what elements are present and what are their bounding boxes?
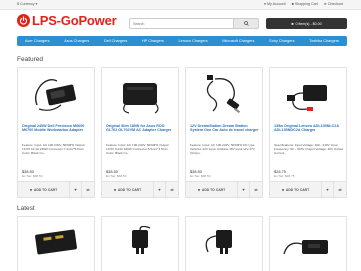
menu-item-asus[interactable]: Asus Chargers [64,39,89,43]
cart-icon: ■ [281,187,284,192]
menu-item-microsoft[interactable]: Microsoft Chargers [222,39,254,43]
cart-icon: ■ [113,187,116,192]
wishlist-button[interactable]: ♥ [238,182,250,197]
product-ex-tax: Ex Tax: $38.50 [190,174,211,178]
shopping-cart-link[interactable]: ■ Shopping Cart [292,2,318,6]
search-input[interactable] [129,18,233,29]
product-ex-tax: Ex Tax: $28.75 [274,174,295,178]
product-ex-tax: Ex Tax: $38.50 [106,174,127,178]
product-actions: ■ ADD TO CART ♥ ⇄ [186,181,262,197]
compare-button[interactable]: ⇄ [166,182,178,197]
exchange-icon: ⇄ [170,187,174,192]
top-bar: $ Currency ▾ ● My Account ■ Shopping Car… [0,0,361,10]
menu-item-acer[interactable]: Acer Chargers [25,39,49,43]
product-actions: ■ ADD TO CART ♥ ⇄ [102,181,178,197]
latest-heading: Latest [17,205,35,212]
exchange-icon: ⇄ [86,187,90,192]
heart-icon: ♥ [74,187,77,192]
heart-icon: ♥ [326,187,329,192]
product-name-link[interactable]: 12V DreamStation Dream Station System On… [190,124,260,133]
product-card: Original Slim 180W for Asus ROG GL702 GL… [101,67,179,198]
cart-icon: ■ [291,21,294,26]
menu-item-lenovo[interactable]: Lenovo Chargers [179,39,208,43]
product-description: Specifications: Input Voltage: 100 - 240… [274,143,344,156]
heart-icon: ♥ [242,187,245,192]
currency-symbol: $ [17,2,19,6]
exchange-icon: ⇄ [254,187,258,192]
currency-label: Currency [20,2,35,6]
product-ex-tax: Ex Tax: $38.50 [22,174,43,178]
product-image[interactable] [270,68,346,121]
user-icon: ● [263,2,267,6]
product-image[interactable] [186,68,262,121]
add-to-cart-button[interactable]: ■ ADD TO CART [102,182,154,197]
product-card: 135w Original Lenovo ADL135NLC2A ADL135N… [269,67,347,198]
menu-item-toshiba[interactable]: Toshiba Chargers [309,39,339,43]
cart-total: 0 item(s) - $0.00 [295,21,322,26]
wishlist-button[interactable]: ♥ [154,182,166,197]
cart-icon: ■ [197,187,200,192]
cart-icon: ■ [29,187,32,192]
category-menu: Acer Chargers Asus Chargers Dell Charger… [17,36,347,46]
latest-product-image[interactable] [17,216,95,271]
menu-item-dell[interactable]: Dell Chargers [104,39,127,43]
latest-product-image[interactable] [185,216,263,271]
product-card: 12V DreamStation Dream Station System On… [185,67,263,198]
featured-heading: Featured [17,56,44,63]
cart-button[interactable]: ■ 0 item(s) - $0.00 [266,18,347,29]
product-actions: ■ ADD TO CART ♥ ⇄ [270,181,346,197]
top-links: ● My Account ■ Shopping Cart ➦ Checkout [264,2,343,6]
my-account-link[interactable]: ● My Account [264,2,286,6]
exchange-icon: ⇄ [338,187,342,192]
search-icon [243,21,249,26]
product-description: Feature: Input: AC 100-240V, 50/60Hz DC … [190,143,256,156]
menu-item-sony[interactable]: Sony Chargers [269,39,294,43]
site-logo[interactable]: LPS-GoPower [17,13,117,28]
compare-button[interactable]: ⇄ [334,182,346,197]
compare-button[interactable]: ⇄ [250,182,262,197]
product-card: Original 240W Dell Precision M6600 M6700… [17,67,95,198]
share-icon: ➦ [323,2,327,6]
product-name-link[interactable]: Original Slim 180W for Asus ROG GL702 GL… [106,124,176,133]
latest-product-image[interactable] [101,216,179,271]
product-name-link[interactable]: Original 240W Dell Precision M6600 M6700… [22,124,92,133]
wishlist-button[interactable]: ♥ [70,182,82,197]
currency-dropdown[interactable]: $ Currency ▾ [17,2,37,6]
heart-icon: ♥ [158,187,161,192]
product-description: Feature: Input: AC 100-240V, 50/60Hz Out… [22,143,86,156]
product-image[interactable] [102,68,178,121]
menu-item-hp[interactable]: HP Chargers [142,39,164,43]
cart-icon: ■ [291,2,294,6]
add-to-cart-button[interactable]: ■ ADD TO CART [186,182,238,197]
add-to-cart-button[interactable]: ■ ADD TO CART [270,182,322,197]
product-name-link[interactable]: 135w Original Lenovo ADL135NLC2A ADL135N… [274,124,344,133]
latest-product-image[interactable] [269,216,347,271]
product-description: Feature: Input: AC 100-240V, 50/60Hz Out… [106,143,170,156]
product-image[interactable] [18,68,94,121]
logo-text: LPS-GoPower [32,13,117,28]
product-actions: ■ ADD TO CART ♥ ⇄ [18,181,94,197]
checkout-link[interactable]: ➦ Checkout [324,2,343,6]
add-to-cart-button[interactable]: ■ ADD TO CART [18,182,70,197]
wishlist-button[interactable]: ♥ [322,182,334,197]
compare-button[interactable]: ⇄ [82,182,94,197]
power-icon [17,14,30,27]
search-button[interactable] [233,18,259,29]
chevron-down-icon: ▾ [35,2,38,6]
